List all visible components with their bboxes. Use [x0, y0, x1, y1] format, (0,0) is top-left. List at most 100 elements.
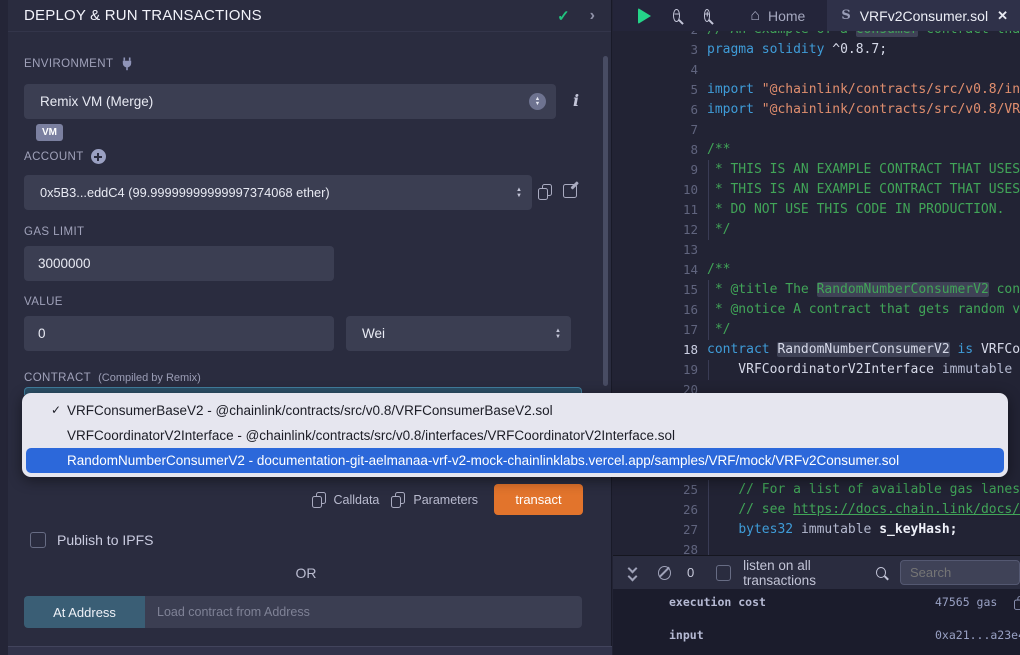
line-number: 19: [613, 360, 707, 380]
code-text: import "@chainlink/contracts/src/v0.8/in…: [707, 80, 1020, 100]
line-number: 17: [613, 320, 707, 340]
close-tab-icon[interactable]: ✕: [997, 8, 1008, 24]
line-number: 18: [613, 340, 707, 360]
tx-detail-value: 47565 gas: [935, 595, 997, 609]
info-icon[interactable]: i: [573, 91, 579, 110]
panel-header: DEPLOY & RUN TRANSACTIONS ✓ ›: [0, 0, 611, 32]
code-line[interactable]: 28: [613, 540, 1020, 555]
tx-detail-row: input0xa21...a23e4: [613, 628, 1020, 643]
contract-dropdown-menu: ✓VRFConsumerBaseV2 - @chainlink/contract…: [22, 393, 1008, 477]
expand-terminal-icon[interactable]: [629, 565, 636, 580]
add-account-icon[interactable]: [91, 149, 106, 164]
clear-console-icon[interactable]: [658, 566, 671, 580]
publish-ipfs-label: Publish to IPFS: [57, 532, 154, 548]
parameters-label: Parameters: [413, 493, 478, 507]
contract-option-label: RandomNumberConsumerV2 - documentation-g…: [67, 453, 899, 468]
panel-scrollbar[interactable]: [603, 56, 608, 386]
copy-value-icon[interactable]: [1014, 596, 1020, 610]
contract-note: (Compiled by Remix): [98, 372, 201, 384]
code-line[interactable]: 8/**: [613, 140, 1020, 160]
vm-badge: VM: [36, 124, 63, 141]
account-value: 0x5B3...eddC4 (99.99999999999997374068 e…: [40, 185, 516, 200]
code-line[interactable]: 18contract RandomNumberConsumerV2 is VRF…: [613, 340, 1020, 360]
code-line[interactable]: 16 * @notice A contract that gets random…: [613, 300, 1020, 320]
code-line[interactable]: 17 */: [613, 320, 1020, 340]
run-script-icon[interactable]: [638, 8, 651, 24]
line-number: 26: [613, 500, 707, 520]
code-line[interactable]: 13: [613, 240, 1020, 260]
code-line[interactable]: 27 bytes32 immutable s_keyHash;: [613, 520, 1020, 540]
edit-account-icon[interactable]: [563, 184, 577, 198]
contract-option[interactable]: VRFCoordinatorV2Interface - @chainlink/c…: [22, 423, 1008, 448]
line-number: 15: [613, 280, 707, 300]
code-text: [707, 240, 1020, 260]
code-text: bytes32 immutable s_keyHash;: [707, 520, 1020, 540]
copy-account-icon[interactable]: [538, 184, 552, 200]
calldata-action[interactable]: Calldata: [312, 492, 380, 508]
terminal-output[interactable]: execution cost47565 gasinput0xa21...a23e…: [613, 589, 1020, 655]
line-number: 6: [613, 100, 707, 120]
parameters-action[interactable]: Parameters: [391, 492, 478, 508]
line-number: 28: [613, 540, 707, 555]
or-divider-label: OR: [0, 565, 612, 581]
terminal-bar: 0 listen on all transactions: [613, 555, 1020, 589]
code-line[interactable]: 11 * DO NOT USE THIS CODE IN PRODUCTION.: [613, 200, 1020, 220]
publish-ipfs-checkbox[interactable]: [30, 532, 46, 548]
zoom-out-icon[interactable]: −: [673, 9, 680, 22]
line-number: 11: [613, 200, 707, 220]
value-input[interactable]: [24, 316, 334, 351]
line-number: 27: [613, 520, 707, 540]
line-number: 16: [613, 300, 707, 320]
code-text: /**: [707, 140, 1020, 160]
checkmark-icon: ✓: [557, 7, 570, 25]
code-line[interactable]: 12 */: [613, 220, 1020, 240]
contract-option[interactable]: RandomNumberConsumerV2 - documentation-g…: [26, 448, 1004, 473]
code-line[interactable]: 15 * @title The RandomNumberConsumerV2 c…: [613, 280, 1020, 300]
code-line[interactable]: 7: [613, 120, 1020, 140]
code-text: * THIS IS AN EXAMPLE CONTRACT THAT USES …: [707, 160, 1020, 180]
contract-option-label: VRFCoordinatorV2Interface - @chainlink/c…: [67, 428, 675, 443]
code-text: pragma solidity ^0.8.7;: [707, 40, 1020, 60]
code-line[interactable]: 2// An example of a consumer contract th…: [613, 31, 1020, 40]
at-address-input[interactable]: [145, 596, 582, 628]
code-line[interactable]: 10 * THIS IS AN EXAMPLE CONTRACT THAT US…: [613, 180, 1020, 200]
zoom-in-icon[interactable]: +: [704, 9, 711, 22]
code-line[interactable]: 6import "@chainlink/contracts/src/v0.8/V…: [613, 100, 1020, 120]
account-select[interactable]: 0x5B3...eddC4 (99.99999999999997374068 e…: [24, 175, 532, 210]
copy-parameters-icon[interactable]: [391, 492, 405, 508]
code-line[interactable]: 25 // For a list of available gas lanes …: [613, 480, 1020, 500]
editor-area: − + ⌂ Home S VRFv2Consumer.sol ✕ 2// An …: [613, 0, 1020, 655]
code-text: VRFCoordinatorV2Interface immutable COOR…: [707, 360, 1020, 380]
code-line[interactable]: 3pragma solidity ^0.8.7;: [613, 40, 1020, 60]
gas-limit-label: GAS LIMIT: [24, 226, 84, 238]
page-title: DEPLOY & RUN TRANSACTIONS: [24, 7, 557, 24]
environment-select[interactable]: Remix VM (Merge) ▲▼: [24, 84, 556, 119]
environment-value: Remix VM (Merge): [40, 94, 529, 109]
select-stepper-icon[interactable]: ▲▼: [529, 93, 546, 110]
line-number: 4: [613, 60, 707, 80]
chevron-right-icon[interactable]: ›: [590, 8, 595, 24]
code-line[interactable]: 5import "@chainlink/contracts/src/v0.8/i…: [613, 80, 1020, 100]
code-line[interactable]: 19 VRFCoordinatorV2Interface immutable C…: [613, 360, 1020, 380]
code-line[interactable]: 9 * THIS IS AN EXAMPLE CONTRACT THAT USE…: [613, 160, 1020, 180]
listen-all-label: listen on all transactions: [743, 558, 876, 588]
code-line[interactable]: 14/**: [613, 260, 1020, 280]
selected-check-icon: ✓: [51, 398, 61, 423]
terminal-search-input[interactable]: [900, 560, 1020, 585]
account-stepper-icon[interactable]: ▲▼: [516, 187, 522, 199]
tab-home[interactable]: ⌂ Home: [736, 0, 819, 31]
at-address-button[interactable]: At Address: [24, 596, 145, 628]
listen-all-checkbox[interactable]: [716, 565, 731, 581]
value-unit-select[interactable]: Wei ▲▼: [346, 316, 571, 351]
contract-option[interactable]: ✓VRFConsumerBaseV2 - @chainlink/contract…: [22, 398, 1008, 423]
publish-ipfs-row: Publish to IPFS: [30, 532, 154, 548]
tab-vrfv2consumer[interactable]: S VRFv2Consumer.sol ✕: [827, 0, 1020, 31]
transact-button[interactable]: transact: [494, 484, 583, 515]
copy-calldata-icon[interactable]: [312, 492, 326, 508]
unit-stepper-icon[interactable]: ▲▼: [555, 328, 561, 340]
code-line[interactable]: 4: [613, 60, 1020, 80]
code-text: * DO NOT USE THIS CODE IN PRODUCTION.: [707, 200, 1020, 220]
gas-limit-input[interactable]: [24, 246, 334, 281]
pending-tx-count: 0: [687, 565, 694, 580]
code-line[interactable]: 26 // see https://docs.chain.link/docs/v…: [613, 500, 1020, 520]
